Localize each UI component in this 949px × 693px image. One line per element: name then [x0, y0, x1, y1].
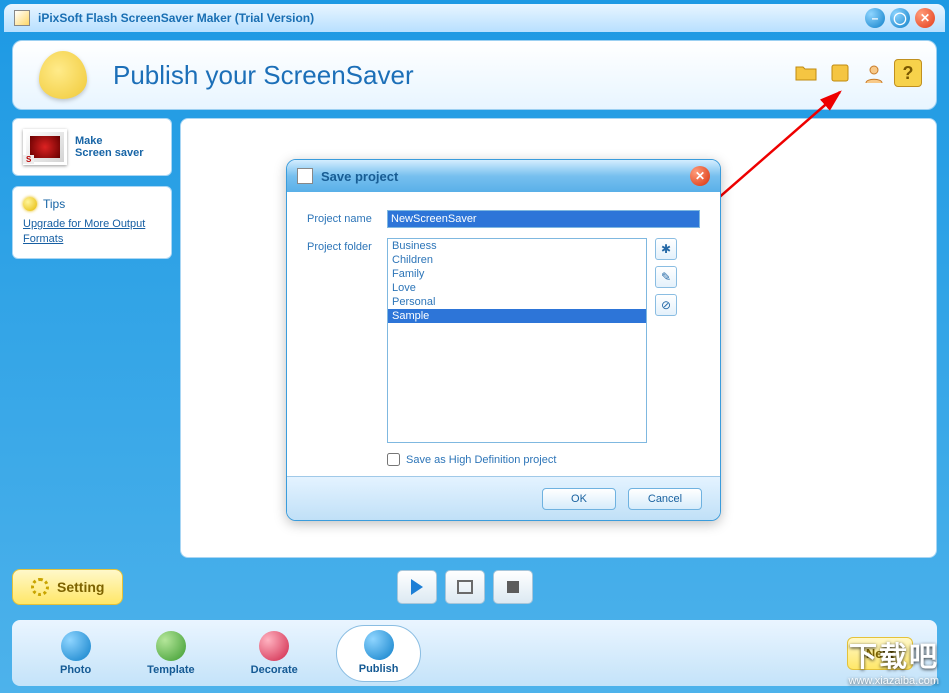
make-thumb-icon: [23, 129, 67, 165]
folder-rename-button[interactable]: ✎: [655, 266, 677, 288]
nav-tab-label: Publish: [359, 663, 399, 675]
sidebar: Make Screen saver Tips Upgrade for More …: [12, 118, 172, 558]
stop-button[interactable]: [493, 570, 533, 604]
close-button[interactable]: ✕: [915, 8, 935, 28]
page-title: Publish your ScreenSaver: [113, 60, 414, 91]
decorate-icon: [259, 631, 289, 661]
open-folder-icon[interactable]: [792, 59, 820, 87]
setting-label: Setting: [57, 579, 104, 595]
navbar: PhotoTemplateDecoratePublishNext: [12, 620, 937, 686]
app-icon: [14, 10, 30, 26]
minimize-button[interactable]: –: [865, 8, 885, 28]
project-folder-label: Project folder: [307, 238, 387, 443]
hd-checkbox-label: Save as High Definition project: [406, 454, 556, 466]
watermark-url: www.xiazaiba.com: [849, 675, 939, 687]
dialog-close-button[interactable]: ✕: [690, 166, 710, 186]
bottom-bar: Setting: [12, 562, 937, 612]
logo-clover-icon: [33, 45, 93, 105]
nav-tab-decorate[interactable]: Decorate: [233, 625, 316, 682]
nav-tab-publish[interactable]: Publish: [336, 625, 422, 682]
project-name-label: Project name: [307, 210, 387, 228]
folder-item[interactable]: Love: [388, 281, 646, 295]
window-title: iPixSoft Flash ScreenSaver Maker (Trial …: [38, 11, 865, 25]
upgrade-link[interactable]: Upgrade for More Output Formats: [23, 218, 145, 245]
watermark-text: 下载吧: [849, 635, 939, 675]
template-icon: [156, 631, 186, 661]
dialog-icon: [297, 168, 313, 184]
dialog-titlebar: Save project ✕: [287, 160, 720, 192]
folder-add-button[interactable]: ✱: [655, 238, 677, 260]
titlebar: iPixSoft Flash ScreenSaver Maker (Trial …: [4, 4, 945, 32]
dialog-title: Save project: [321, 169, 690, 184]
tips-heading: Tips: [43, 197, 65, 211]
folder-item[interactable]: Children: [388, 253, 646, 267]
folder-item[interactable]: Sample: [388, 309, 646, 323]
project-name-input[interactable]: [387, 210, 700, 228]
make-line1: Make: [75, 135, 144, 147]
watermark: 下载吧 www.xiazaiba.com: [839, 629, 949, 693]
folder-item[interactable]: Family: [388, 267, 646, 281]
nav-tab-label: Photo: [60, 664, 91, 676]
user-icon[interactable]: [860, 59, 888, 87]
save-project-dialog: Save project ✕ Project name Project fold…: [286, 159, 721, 521]
photo-icon: [61, 631, 91, 661]
make-screensaver-card[interactable]: Make Screen saver: [12, 118, 172, 176]
help-icon[interactable]: ?: [894, 59, 922, 87]
make-line2: Screen saver: [75, 147, 144, 159]
nav-tab-label: Template: [147, 664, 194, 676]
ok-button[interactable]: OK: [542, 488, 616, 510]
nav-tab-photo[interactable]: Photo: [42, 625, 109, 682]
play-icon: [411, 579, 423, 595]
tips-card: Tips Upgrade for More Output Formats: [12, 186, 172, 259]
folder-list[interactable]: BusinessChildrenFamilyLovePersonalSample: [387, 238, 647, 443]
fullscreen-button[interactable]: [445, 570, 485, 604]
cancel-button[interactable]: Cancel: [628, 488, 702, 510]
play-button[interactable]: [397, 570, 437, 604]
nav-tab-template[interactable]: Template: [129, 625, 212, 682]
nav-tab-label: Decorate: [251, 664, 298, 676]
setting-button[interactable]: Setting: [12, 569, 123, 605]
publish-icon: [364, 630, 394, 660]
header: Publish your ScreenSaver ?: [12, 40, 937, 110]
maximize-button[interactable]: ◯: [890, 8, 910, 28]
folder-item[interactable]: Personal: [388, 295, 646, 309]
gear-icon: [31, 578, 49, 596]
hd-checkbox[interactable]: [387, 453, 400, 466]
folder-delete-button[interactable]: ⊘: [655, 294, 677, 316]
fullscreen-icon: [457, 580, 473, 594]
save-icon[interactable]: [826, 59, 854, 87]
lightbulb-icon: [23, 197, 37, 211]
folder-item[interactable]: Business: [388, 239, 646, 253]
stop-icon: [507, 581, 519, 593]
